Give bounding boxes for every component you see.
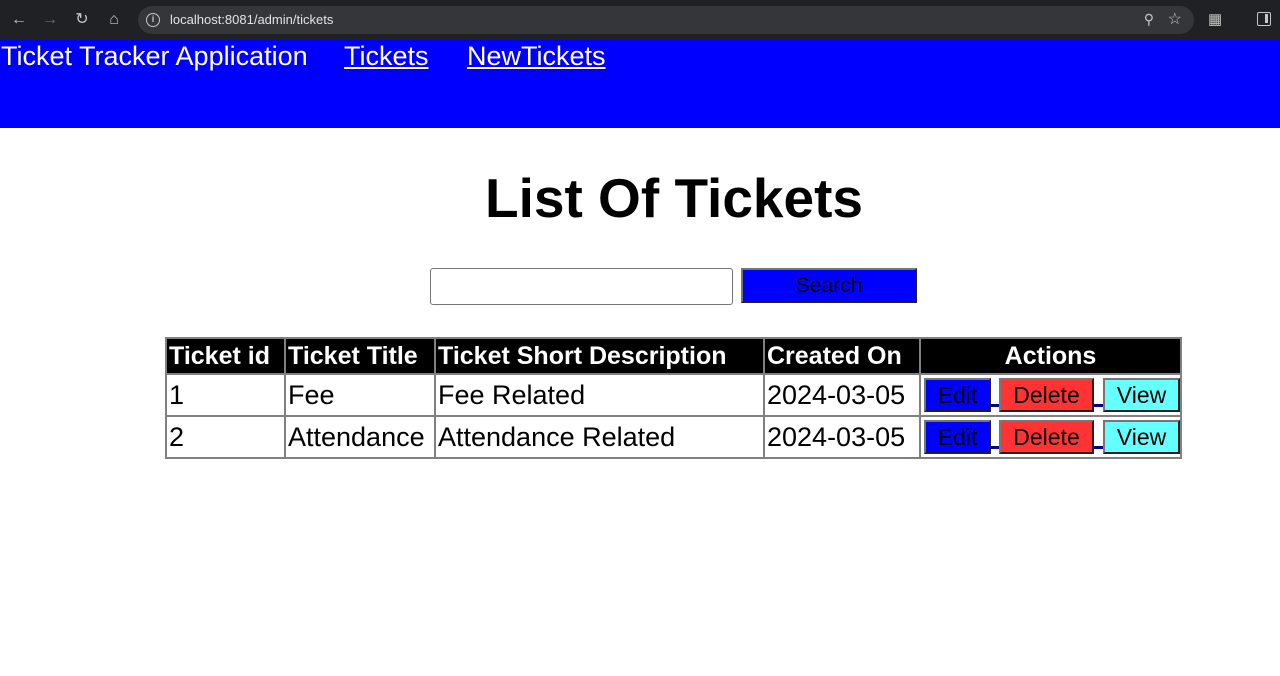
column-header-ticket-id: Ticket id [166, 338, 285, 374]
table-header-row: Ticket id Ticket Title Ticket Short Desc… [166, 338, 1181, 374]
site-info-icon[interactable]: i [146, 13, 160, 27]
nav-link-tickets[interactable]: Tickets [344, 41, 429, 72]
url-text[interactable]: localhost:8081/admin/tickets [170, 12, 333, 27]
browser-toolbar: ← → ↻ ⌂ i localhost:8081/admin/tickets ⚲… [0, 0, 1280, 40]
tickets-table: Ticket id Ticket Title Ticket Short Desc… [165, 337, 1182, 459]
bookmark-star-icon[interactable]: ☆ [1168, 9, 1182, 29]
view-button[interactable]: View [1103, 378, 1180, 412]
delete-button[interactable]: Delete [999, 378, 1094, 412]
delete-button[interactable]: Delete [999, 420, 1094, 454]
extensions-icon[interactable]: ▦ [1208, 10, 1226, 28]
brand-title: Ticket Tracker Application [1, 41, 308, 71]
back-arrow-icon[interactable]: ← [8, 9, 30, 31]
ticket-created-cell: 2024-03-05 [764, 374, 920, 416]
actions-cell: Edit Delete View [920, 416, 1181, 458]
view-button[interactable]: View [1103, 420, 1180, 454]
forward-arrow-icon[interactable]: → [39, 9, 61, 31]
column-header-created-on: Created On [764, 338, 920, 374]
column-header-description: Ticket Short Description [435, 338, 764, 374]
ticket-created-cell: 2024-03-05 [764, 416, 920, 458]
ticket-title-cell: Fee [285, 374, 435, 416]
home-icon[interactable]: ⌂ [103, 9, 125, 31]
table-row: 1 Fee Fee Related 2024-03-05 Edit Delete… [166, 374, 1181, 416]
ticket-id-cell: 2 [166, 416, 285, 458]
zoom-icon[interactable]: ⚲ [1144, 11, 1154, 28]
ticket-description-cell: Fee Related [435, 374, 764, 416]
page-title: List Of Tickets [485, 167, 863, 229]
ticket-title-cell: Attendance [285, 416, 435, 458]
nav-link-newtickets[interactable]: NewTickets [467, 41, 606, 72]
edit-button[interactable]: Edit [924, 378, 991, 412]
actions-cell: Edit Delete View [920, 374, 1181, 416]
edit-button[interactable]: Edit [924, 420, 991, 454]
table-row: 2 Attendance Attendance Related 2024-03-… [166, 416, 1181, 458]
address-bar[interactable]: i localhost:8081/admin/tickets ⚲ ☆ [138, 6, 1194, 34]
side-panel-icon[interactable] [1257, 12, 1271, 26]
column-header-actions: Actions [920, 338, 1181, 374]
app-header: Ticket Tracker Application Tickets NewTi… [0, 40, 1280, 128]
ticket-id-cell: 1 [166, 374, 285, 416]
ticket-description-cell: Attendance Related [435, 416, 764, 458]
reload-icon[interactable]: ↻ [71, 9, 93, 31]
column-header-ticket-title: Ticket Title [285, 338, 435, 374]
search-input[interactable] [430, 268, 733, 305]
search-button[interactable]: Search [741, 268, 917, 303]
